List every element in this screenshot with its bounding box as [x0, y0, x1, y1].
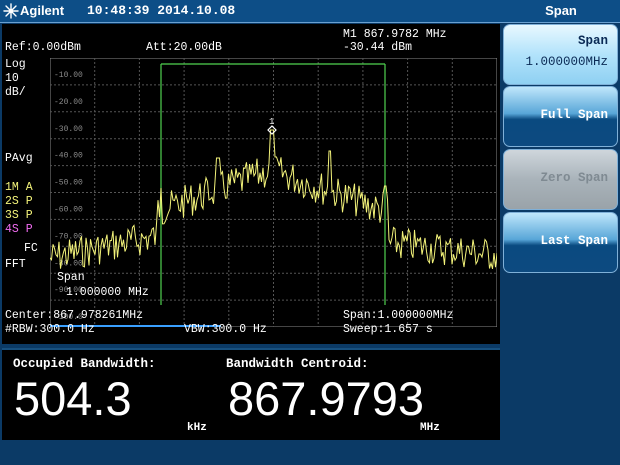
y-tick-label: -50.00 — [54, 179, 83, 188]
trace-2-status: 2S P — [5, 195, 33, 208]
brand-name: Agilent — [20, 3, 65, 18]
y-tick-label: -80.00 — [54, 259, 83, 268]
scale-value: 10 — [5, 72, 19, 85]
scale-unit: dB/ — [5, 86, 26, 99]
span-softkey-label: Span — [577, 34, 608, 48]
zero-span-softkey[interactable]: Zero Span — [503, 149, 618, 210]
full-span-softkey[interactable]: Full Span — [503, 86, 618, 147]
y-tick-label: -20.00 — [54, 98, 83, 107]
marker-frequency: M1 867.9782 MHz — [343, 28, 447, 41]
average-mode: PAvg — [5, 152, 33, 165]
full-span-label: Full Span — [540, 108, 608, 122]
centroid-value: 867.9793 — [228, 372, 425, 425]
spectrum-plot: -10.00 -20.00 -30.00 -40.00 -50.00 -60.00 -70.… — [50, 58, 497, 327]
fc-indicator: FC — [24, 242, 38, 255]
scale-type: Log — [5, 58, 26, 71]
y-tick-label: -30.00 — [54, 125, 83, 134]
zero-span-label: Zero Span — [540, 171, 608, 185]
trace-3-status: 3S P — [5, 209, 33, 222]
obw-value: 504.3 — [14, 372, 132, 425]
span-softkey[interactable]: Span 1.000000MHz — [503, 24, 618, 85]
centroid-label: Bandwidth Centroid: — [226, 357, 369, 371]
span-readout: Span:1.000000MHz — [343, 309, 454, 322]
measurement-results: Occupied Bandwidth: 504.3 kHz Bandwidth … — [2, 348, 500, 440]
last-span-label: Last Span — [540, 234, 608, 248]
menu-title: Span — [545, 3, 577, 18]
marker-label: 1 — [269, 117, 274, 127]
center-frequency: Center:867.978261MHz — [5, 309, 144, 322]
y-tick-label: -70.00 — [54, 232, 83, 241]
last-span-softkey[interactable]: Last Span — [503, 212, 618, 273]
trace-4-status: 4S P — [5, 223, 33, 236]
span-overlay-value: 1.000000 MHz — [66, 286, 149, 299]
span-softkey-value: 1.000000MHz — [525, 55, 608, 69]
obw-label: Occupied Bandwidth: — [13, 357, 156, 371]
marker-level: -30.44 dBm — [343, 41, 413, 54]
rbw-readout: #RBW:300.0 Hz — [5, 323, 95, 336]
title-bar: Agilent 10:48:39 2014.10.08 Span — [0, 0, 620, 23]
centroid-unit: MHz — [420, 422, 440, 434]
spectrum-display: Ref:0.00dBm Att:20.00dB M1 867.9782 MHz … — [2, 24, 500, 344]
ref-level: Ref:0.00dBm — [5, 41, 81, 54]
vbw-readout: VBW:300.0 Hz — [184, 323, 267, 336]
attenuation: Att:20.00dB — [146, 41, 222, 54]
y-tick-label: -40.00 — [54, 152, 83, 161]
y-tick-label: -60.00 — [54, 206, 83, 215]
clock: 10:48:39 2014.10.08 — [87, 3, 236, 18]
trace-1-status: 1M A — [5, 181, 33, 194]
agilent-spark-icon — [3, 3, 19, 19]
sweep-readout: Sweep:1.657 s — [343, 323, 433, 336]
obw-unit: kHz — [187, 422, 207, 434]
fft-indicator: FFT — [5, 258, 26, 271]
span-overlay-label: Span — [57, 271, 85, 284]
y-tick-label: -10.00 — [54, 71, 83, 80]
